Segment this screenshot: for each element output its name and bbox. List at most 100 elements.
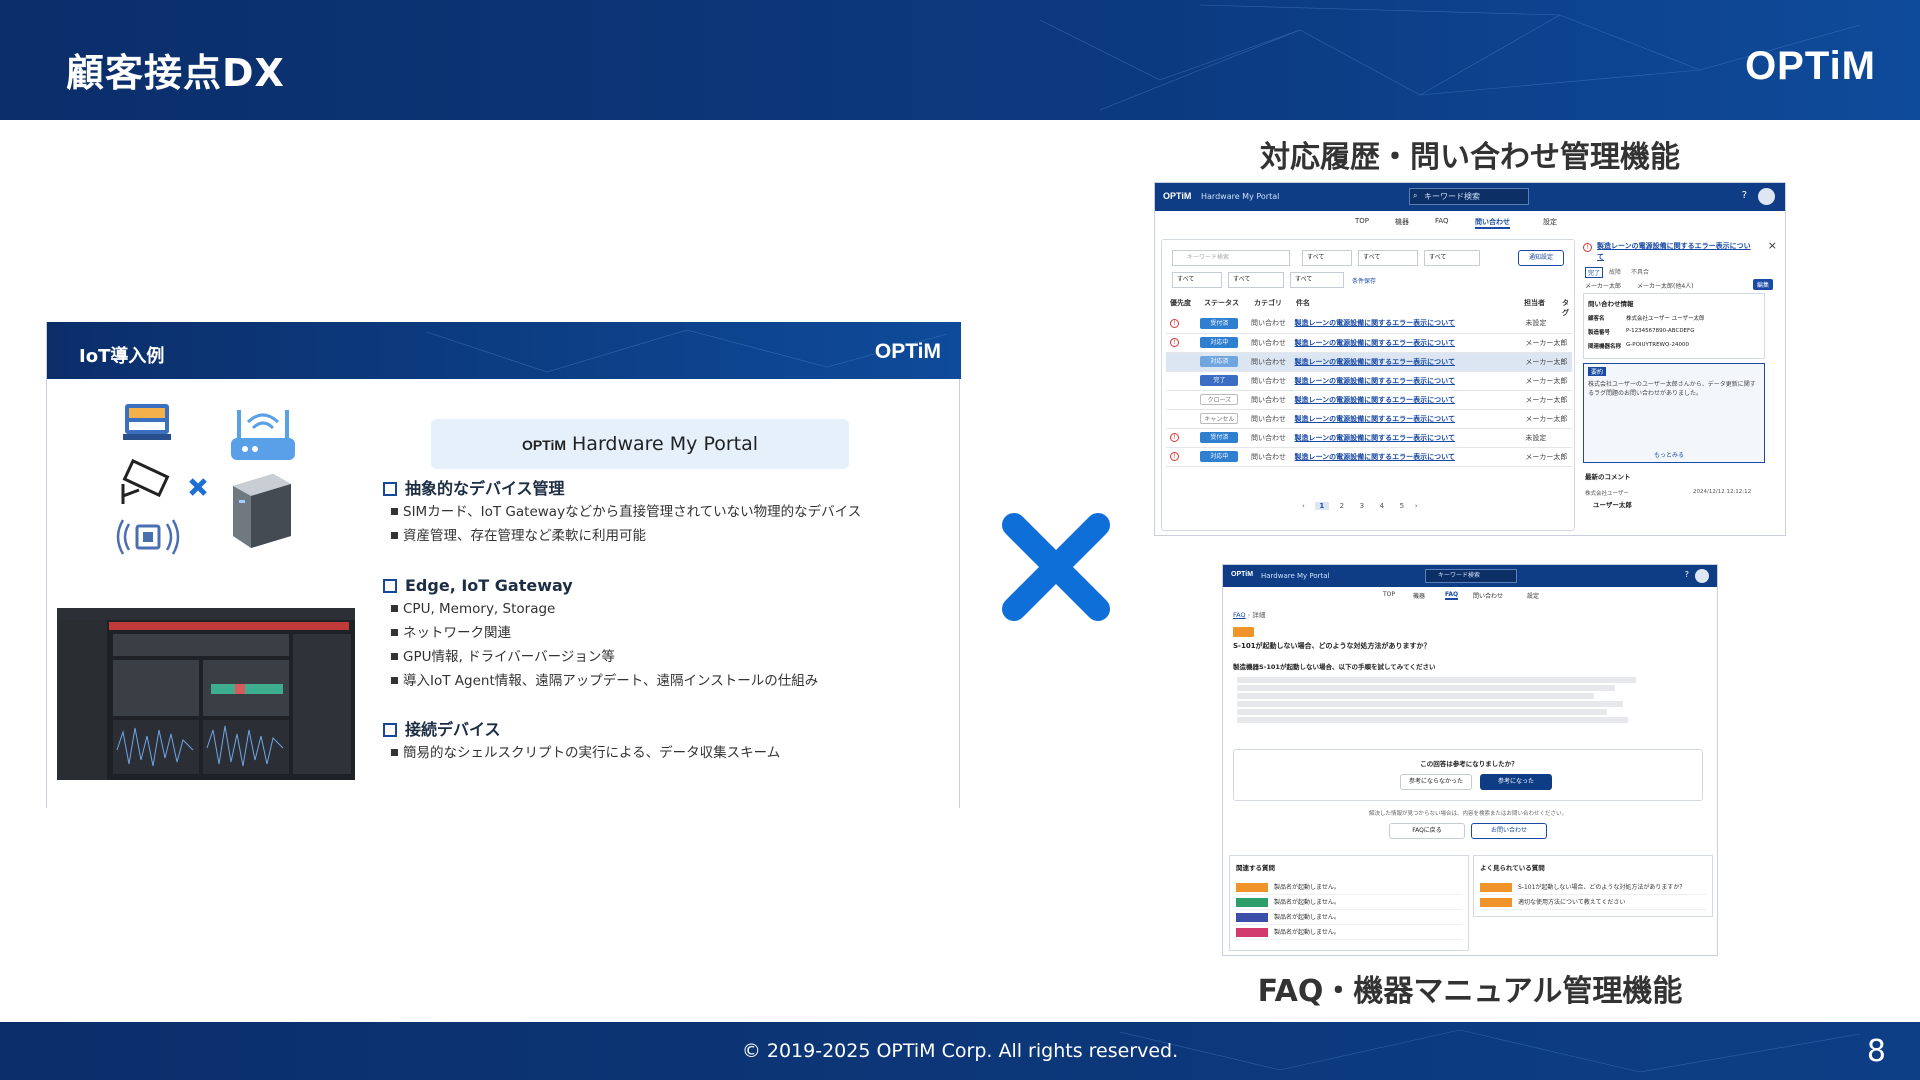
portal-name: Hardware My Portal bbox=[572, 433, 759, 455]
search-input[interactable]: キーワード検索 bbox=[1425, 569, 1517, 583]
subject-cell: 製造レーンの電源設備に関するエラー表示について bbox=[1290, 371, 1522, 391]
category-cell: 問い合わせ bbox=[1246, 352, 1291, 372]
subject-link[interactable]: 製造レーンの電源設備に関するエラー表示について bbox=[1295, 415, 1455, 423]
detail-assignee: メーカー太郎 bbox=[1585, 283, 1622, 290]
router-icon bbox=[231, 410, 295, 460]
avatar[interactable] bbox=[1695, 569, 1709, 583]
search-input[interactable]: キーワード検索 bbox=[1409, 188, 1529, 205]
col-status: ステータス bbox=[1204, 299, 1239, 307]
pagination: ‹ 1 2 3 4 5 › bbox=[1302, 502, 1462, 516]
faq-question: S-101が起動しない場合、どのような対処方法がありますか？ bbox=[1233, 642, 1431, 650]
contact-button[interactable]: お問い合わせ bbox=[1471, 823, 1547, 839]
page-button[interactable]: 5 bbox=[1395, 502, 1409, 510]
help-icon[interactable]: ? bbox=[1742, 190, 1747, 201]
related-questions-card: 関連する質問 製品名が起動しません。 製品名が起動しません。 製品名が起動しません。… bbox=[1229, 855, 1469, 951]
popular-list: S-101が起動しない場合、どのような対処方法がありますか？ 適切な使用方法につい… bbox=[1480, 880, 1706, 910]
not-helpful-button[interactable]: 参考にならなかった bbox=[1400, 774, 1472, 790]
subject-link[interactable]: 製造レーンの電源設備に関するエラー表示について bbox=[1295, 434, 1455, 442]
gateway-device-icon bbox=[123, 404, 171, 440]
main-nav: TOP 機器 FAQ 問い合わせ 設定 bbox=[1355, 217, 1655, 231]
table-row[interactable]: ! 対応中 問い合わせ 製造レーンの電源設備に関するエラー表示について メーカー太郎 bbox=[1166, 333, 1572, 353]
table-row[interactable]: 対応済 問い合わせ 製造レーンの電源設備に関するエラー表示について メーカー太郎 bbox=[1166, 352, 1572, 372]
nav-inquiries[interactable]: 問い合わせ bbox=[1475, 217, 1510, 229]
related-question-text: 製品名が起動しません。 bbox=[1274, 929, 1340, 936]
status-badge: 受付済 bbox=[1200, 317, 1239, 329]
detail-title[interactable]: 製造レーンの電源設備に関するエラー表示について bbox=[1597, 241, 1757, 263]
subject-link[interactable]: 製造レーンの電源設備に関するエラー表示について bbox=[1295, 358, 1455, 366]
related-question-item[interactable]: 製品名が起動しません。 bbox=[1236, 910, 1462, 925]
section-abstract-device: 抽象的なデバイス管理 SIMカード、IoT Gatewayなどから直接管理されて… bbox=[383, 478, 943, 548]
page-button[interactable]: 3 bbox=[1355, 502, 1369, 510]
table-row[interactable]: キャンセル 問い合わせ 製造レーンの電源設備に関するエラー表示について メーカー太郎 bbox=[1166, 409, 1572, 429]
status-badge: 受付済 bbox=[1200, 432, 1239, 443]
page-button[interactable]: 1 bbox=[1314, 502, 1329, 510]
nav-faq[interactable]: FAQ bbox=[1435, 217, 1449, 225]
table-row[interactable]: ! 対応中 問い合わせ 製造レーンの電源設備に関するエラー表示について メーカー太郎 bbox=[1166, 447, 1572, 467]
iot-panel-title: IoT導入例 bbox=[79, 346, 165, 367]
avatar[interactable] bbox=[1758, 188, 1775, 205]
close-icon[interactable]: × bbox=[1768, 239, 1777, 252]
optim-logo: OPTiM bbox=[874, 340, 941, 363]
subject-link[interactable]: 製造レーンの電源設備に関するエラー表示について bbox=[1295, 319, 1455, 327]
priority-cell bbox=[1166, 390, 1197, 410]
nav-top[interactable]: TOP bbox=[1383, 591, 1395, 598]
page-button[interactable]: 2 bbox=[1335, 502, 1349, 510]
portal-logo: OPTiM bbox=[521, 437, 567, 453]
show-more-link[interactable]: もっとみる bbox=[1654, 450, 1684, 459]
edit-button[interactable]: 編集 bbox=[1752, 279, 1773, 290]
filter-priority-select[interactable]: すべて bbox=[1302, 250, 1352, 266]
save-condition-link[interactable]: 条件保存 bbox=[1352, 276, 1376, 285]
page-button[interactable]: 4 bbox=[1375, 502, 1389, 510]
subject-link[interactable]: 製造レーンの電源設備に関するエラー表示について bbox=[1295, 339, 1455, 347]
table-row[interactable]: クローズ 問い合わせ 製造レーンの電源設備に関するエラー表示について メーカー太郎 bbox=[1166, 390, 1572, 410]
nav-settings[interactable]: 設定 bbox=[1543, 217, 1557, 227]
filter-assignee-select[interactable]: すべて bbox=[1172, 272, 1222, 288]
status-badge: 対応中 bbox=[1200, 451, 1239, 462]
breadcrumb-faq[interactable]: FAQ bbox=[1233, 611, 1246, 619]
bullet-item: SIMカード、IoT Gatewayなどから直接管理されていない物理的なデバイス bbox=[383, 500, 943, 524]
back-to-faq-button[interactable]: FAQに戻る bbox=[1389, 823, 1465, 839]
notify-settings-button[interactable]: 通知設定 bbox=[1518, 250, 1564, 266]
nav-top[interactable]: TOP bbox=[1355, 217, 1369, 225]
priority-cell: ! bbox=[1166, 333, 1197, 353]
filter-category-select[interactable]: すべて bbox=[1424, 250, 1480, 266]
info-label: 顧客名 bbox=[1588, 316, 1605, 322]
help-icon[interactable]: ? bbox=[1685, 570, 1689, 579]
filter-status-select[interactable]: すべて bbox=[1358, 250, 1418, 266]
faq-note: 解決した情報が見つからない場合は、内容を検索またはお問い合わせください。 bbox=[1368, 811, 1567, 817]
bullet-item: 簡易的なシェルスクリプトの実行による、データ収集スキーム bbox=[383, 741, 943, 765]
table-row[interactable]: 完了 問い合わせ 製造レーンの電源設備に関するエラー表示について メーカー太郎 bbox=[1166, 371, 1572, 391]
popular-question-text: S-101が起動しない場合、どのような対処方法がありますか？ bbox=[1518, 884, 1686, 891]
subject-cell: 製造レーンの電源設備に関するエラー表示について bbox=[1290, 390, 1522, 410]
related-question-item[interactable]: 製品名が起動しません。 bbox=[1236, 895, 1462, 910]
assignee-cell: メーカー太郎 bbox=[1521, 333, 1572, 353]
table-row[interactable]: ! 受付済 問い合わせ 製造レーンの電源設備に関するエラー表示について 未設定 bbox=[1166, 428, 1572, 448]
helpful-button[interactable]: 参考になった bbox=[1480, 774, 1552, 790]
filter-keyword-input[interactable]: キーワード検索 bbox=[1172, 250, 1290, 266]
nav-devices[interactable]: 機器 bbox=[1395, 217, 1409, 227]
info-label: 関連機器名称 bbox=[1588, 344, 1622, 350]
filter-date-select[interactable]: すべて bbox=[1290, 272, 1344, 288]
next-page-icon[interactable]: › bbox=[1415, 502, 1418, 510]
nav-settings[interactable]: 設定 bbox=[1527, 591, 1539, 600]
priority-cell bbox=[1166, 352, 1197, 372]
priority-cell: ! bbox=[1166, 447, 1197, 467]
popular-questions-card: よく見られている質問 S-101が起動しない場合、どのような対処方法がありますか… bbox=[1473, 855, 1713, 917]
nav-devices[interactable]: 機器 bbox=[1413, 591, 1425, 600]
popular-question-item[interactable]: S-101が起動しない場合、どのような対処方法がありますか？ bbox=[1480, 880, 1706, 895]
chip-signal-icon bbox=[116, 519, 180, 555]
status-badge: 対応済 bbox=[1200, 356, 1239, 367]
popular-question-item[interactable]: 適切な使用方法について教えてください bbox=[1480, 895, 1706, 910]
nav-faq[interactable]: FAQ bbox=[1445, 591, 1459, 600]
filter-tag-select[interactable]: すべて bbox=[1228, 272, 1284, 288]
subject-link[interactable]: 製造レーンの電源設備に関するエラー表示について bbox=[1295, 377, 1455, 385]
related-question-item[interactable]: 製品名が起動しません。 bbox=[1236, 925, 1462, 940]
related-question-item[interactable]: 製品名が起動しません。 bbox=[1236, 880, 1462, 895]
prev-page-icon[interactable]: ‹ bbox=[1302, 502, 1305, 510]
iot-panel-header: IoT導入例 OPTiM bbox=[47, 322, 961, 379]
priority-cell: ! bbox=[1166, 314, 1197, 334]
subject-link[interactable]: 製造レーンの電源設備に関するエラー表示について bbox=[1295, 453, 1455, 461]
table-row[interactable]: ! 受付済 問い合わせ 製造レーンの電源設備に関するエラー表示について 未設定 bbox=[1166, 314, 1572, 334]
subject-link[interactable]: 製造レーンの電源設備に関するエラー表示について bbox=[1295, 396, 1455, 404]
nav-inquiries[interactable]: 問い合わせ bbox=[1473, 591, 1503, 600]
